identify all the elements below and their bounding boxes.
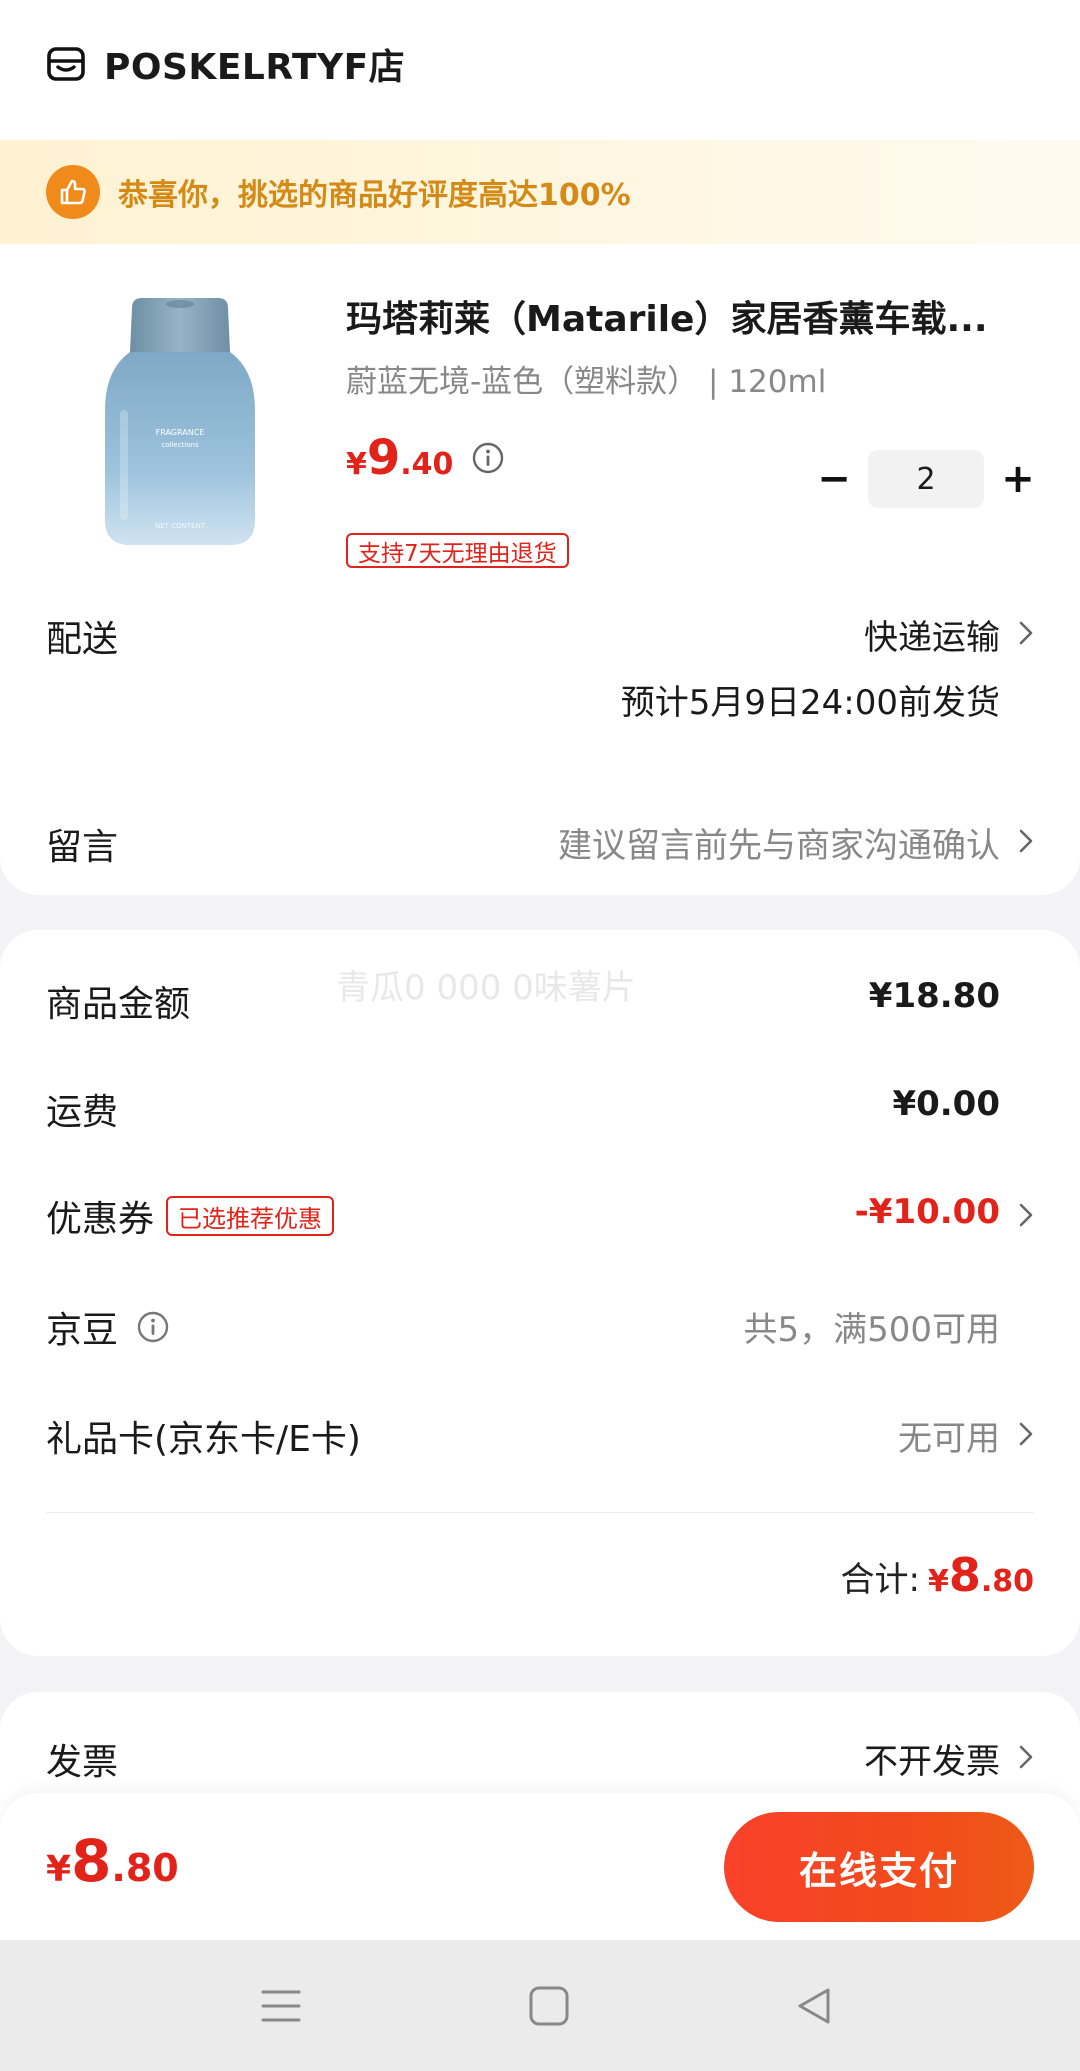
coupon-recommended-tag: 已选推荐优惠: [166, 1196, 335, 1236]
coupon-value[interactable]: -¥10.00: [855, 1192, 1000, 1232]
system-navigation-bar: [0, 1940, 1080, 2071]
menu-icon[interactable]: [259, 1984, 303, 2028]
jingdou-info-icon[interactable]: [136, 1310, 170, 1344]
quantity-value[interactable]: 2: [868, 450, 984, 508]
gift-card-label: 礼品卡(京东卡/E卡): [46, 1419, 361, 1460]
increase-quantity-button[interactable]: +: [994, 455, 1042, 503]
svg-text:FRAGRANCE: FRAGRANCE: [156, 428, 205, 437]
coupon-chevron-icon[interactable]: [1018, 1202, 1034, 1228]
gift-card-chevron-icon[interactable]: [1018, 1421, 1034, 1447]
summary-divider: [46, 1512, 1034, 1513]
thumbs-up-icon: [46, 165, 100, 219]
total-currency: ¥: [927, 1564, 949, 1599]
checkout-total-price: ¥ 8 .80: [46, 1827, 179, 1895]
product-price: ¥ 9 .40: [346, 430, 505, 486]
checkout-decimal: .80: [111, 1846, 179, 1890]
checkout-integer: 8: [71, 1827, 112, 1895]
jingdou-row: 京豆: [46, 1301, 170, 1353]
back-icon[interactable]: [792, 1984, 836, 2028]
checkout-currency: ¥: [46, 1849, 72, 1890]
total-integer: 8: [948, 1548, 981, 1602]
quantity-stepper: − 2 +: [810, 450, 1042, 508]
message-label: 留言: [46, 827, 119, 868]
goods-amount-value: ¥18.80: [868, 976, 1000, 1016]
gift-card-value[interactable]: 无可用: [898, 1411, 1000, 1460]
price-integer: 9: [366, 430, 401, 486]
checkout-bar: ¥ 8 .80 在线支付: [0, 1793, 1080, 1940]
goods-amount-label: 商品金额: [46, 984, 191, 1025]
price-decimal: .40: [400, 447, 454, 482]
banner-text: 恭喜你，挑选的商品好评度高达100%: [118, 178, 631, 213]
return-policy-tag: 支持7天无理由退货: [346, 533, 569, 568]
delivery-estimate: 预计5月9日24:00前发货: [620, 683, 1000, 723]
coupon-row[interactable]: 优惠券 已选推荐优惠: [46, 1190, 335, 1242]
coupon-label: 优惠券: [46, 1199, 155, 1240]
product-spec[interactable]: 蔚蓝无境-蓝色（塑料款） | 120ml: [346, 356, 826, 401]
jingdou-value: 共5，满500可用: [743, 1310, 1000, 1350]
price-info-icon[interactable]: [471, 441, 505, 475]
shop-header[interactable]: POSKELRTYF店: [46, 38, 405, 90]
message-chevron-icon[interactable]: [1018, 828, 1034, 854]
delivery-label: 配送: [46, 619, 119, 660]
shipping-label: 运费: [46, 1092, 119, 1133]
home-icon[interactable]: [527, 1984, 571, 2028]
order-card: POSKELRTYF店 恭喜你，挑选的商品好评度高达100% FRAGRANCE…: [0, 0, 1080, 895]
delivery-chevron-icon[interactable]: [1018, 620, 1034, 646]
svg-text:NET CONTENT: NET CONTENT: [155, 522, 206, 530]
invoice-chevron-icon[interactable]: [1018, 1744, 1034, 1770]
message-input[interactable]: 建议留言前先与商家沟通确认: [558, 818, 1000, 867]
decrease-quantity-button[interactable]: −: [810, 455, 858, 503]
watermark-text: 青瓜0 000 0味薯片: [336, 968, 636, 1008]
shop-name: POSKELRTYF店: [104, 47, 406, 88]
checkout-page: POSKELRTYF店 恭喜你，挑选的商品好评度高达100% FRAGRANCE…: [0, 0, 1080, 2071]
perfume-bottle-image[interactable]: FRAGRANCE collections NET CONTENT: [80, 290, 280, 560]
price-currency: ¥: [346, 447, 367, 482]
total-decimal: .80: [980, 1564, 1034, 1599]
store-icon: [47, 47, 85, 81]
shipping-value: ¥0.00: [892, 1084, 1000, 1124]
invoice-value[interactable]: 不开发票: [864, 1734, 1000, 1783]
delivery-method[interactable]: 快递运输: [864, 610, 1000, 659]
invoice-label: 发票: [46, 1742, 119, 1783]
jingdou-label: 京豆: [46, 1310, 119, 1351]
pay-online-button[interactable]: 在线支付: [724, 1812, 1034, 1922]
svg-text:collections: collections: [161, 441, 199, 449]
order-total: 合计: ¥ 8 .80: [840, 1548, 1034, 1602]
rating-banner: 恭喜你，挑选的商品好评度高达100%: [0, 140, 1080, 244]
product-title[interactable]: 玛塔莉莱（Matarile）家居香薰车载...: [346, 290, 1016, 342]
total-label: 合计:: [840, 1560, 920, 1600]
